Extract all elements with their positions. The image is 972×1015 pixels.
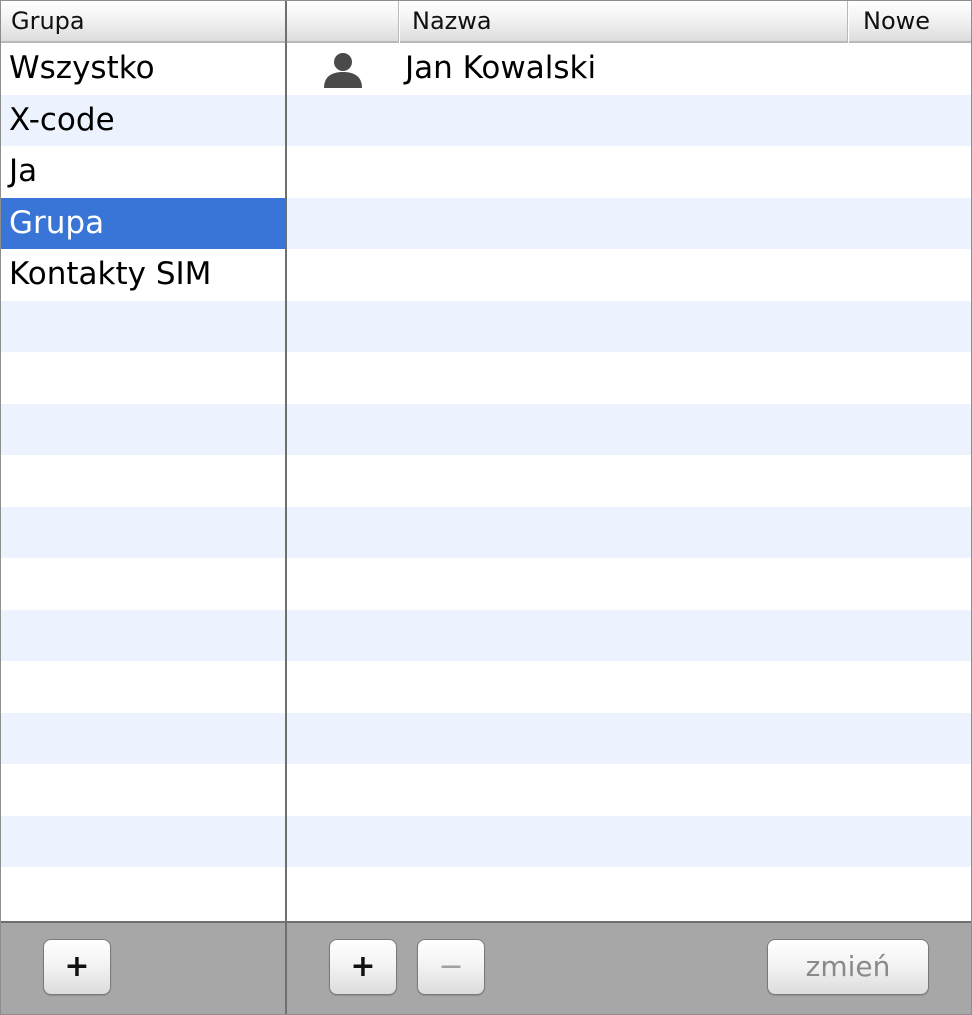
contact-row[interactable]: Jan Kowalski xyxy=(287,43,971,95)
empty-row xyxy=(287,506,971,558)
person-icon xyxy=(324,53,362,88)
empty-row xyxy=(1,352,285,404)
name-column-header[interactable]: Nazwa xyxy=(400,1,848,43)
edit-button[interactable]: zmień xyxy=(767,939,929,995)
add-group-button[interactable]: + xyxy=(43,939,111,995)
empty-row xyxy=(287,764,971,816)
remove-contact-button[interactable]: − xyxy=(417,939,485,995)
empty-row xyxy=(287,609,971,661)
empty-row xyxy=(287,403,971,455)
new-column-header[interactable]: Nowe xyxy=(849,1,971,43)
group-item-label: Grupa xyxy=(9,204,105,241)
empty-row xyxy=(287,94,971,146)
empty-row xyxy=(1,609,285,661)
add-contact-button[interactable]: + xyxy=(329,939,397,995)
contacts-toolbar: + − zmień xyxy=(287,921,971,1014)
empty-row xyxy=(1,506,285,558)
groups-column-header[interactable]: Grupa xyxy=(1,1,285,43)
empty-row xyxy=(1,403,285,455)
group-item-wszystko[interactable]: Wszystko xyxy=(1,43,285,95)
icon-column-header[interactable] xyxy=(287,1,399,43)
groups-list: Wszystko X-code Ja Grupa Kontakty SIM xyxy=(1,43,285,921)
empty-row xyxy=(1,815,285,867)
empty-row xyxy=(287,815,971,867)
empty-row xyxy=(287,249,971,301)
group-item-label: Wszystko xyxy=(9,50,155,86)
empty-row xyxy=(1,712,285,764)
group-item-grupa[interactable]: Grupa xyxy=(1,197,285,249)
contacts-pane: Nazwa Nowe Jan Kowalski + − zmień xyxy=(287,1,971,1014)
group-item-label: Ja xyxy=(9,153,38,189)
empty-row xyxy=(1,764,285,816)
empty-row xyxy=(287,352,971,404)
empty-row xyxy=(1,558,285,610)
contact-name: Jan Kowalski xyxy=(405,50,597,86)
empty-row xyxy=(287,558,971,610)
empty-row xyxy=(287,146,971,198)
groups-toolbar: + xyxy=(1,921,285,1014)
empty-row xyxy=(287,455,971,507)
group-item-kontakty-sim[interactable]: Kontakty SIM xyxy=(1,249,285,301)
empty-row xyxy=(287,867,971,919)
empty-row xyxy=(1,661,285,713)
group-item-label: X-code xyxy=(9,101,115,138)
empty-row xyxy=(287,300,971,352)
groups-pane: Grupa Wszystko X-code Ja Grupa Kontakty … xyxy=(1,1,287,1014)
empty-row xyxy=(1,455,285,507)
group-item-ja[interactable]: Ja xyxy=(1,146,285,198)
empty-row xyxy=(1,300,285,352)
empty-row xyxy=(287,197,971,249)
empty-row xyxy=(287,712,971,764)
group-item-x-code[interactable]: X-code xyxy=(1,94,285,146)
contacts-window: Grupa Wszystko X-code Ja Grupa Kontakty … xyxy=(0,0,972,1015)
empty-row xyxy=(287,661,971,713)
group-item-label: Kontakty SIM xyxy=(9,256,212,292)
contacts-list: Jan Kowalski xyxy=(287,43,971,921)
empty-row xyxy=(1,867,285,919)
